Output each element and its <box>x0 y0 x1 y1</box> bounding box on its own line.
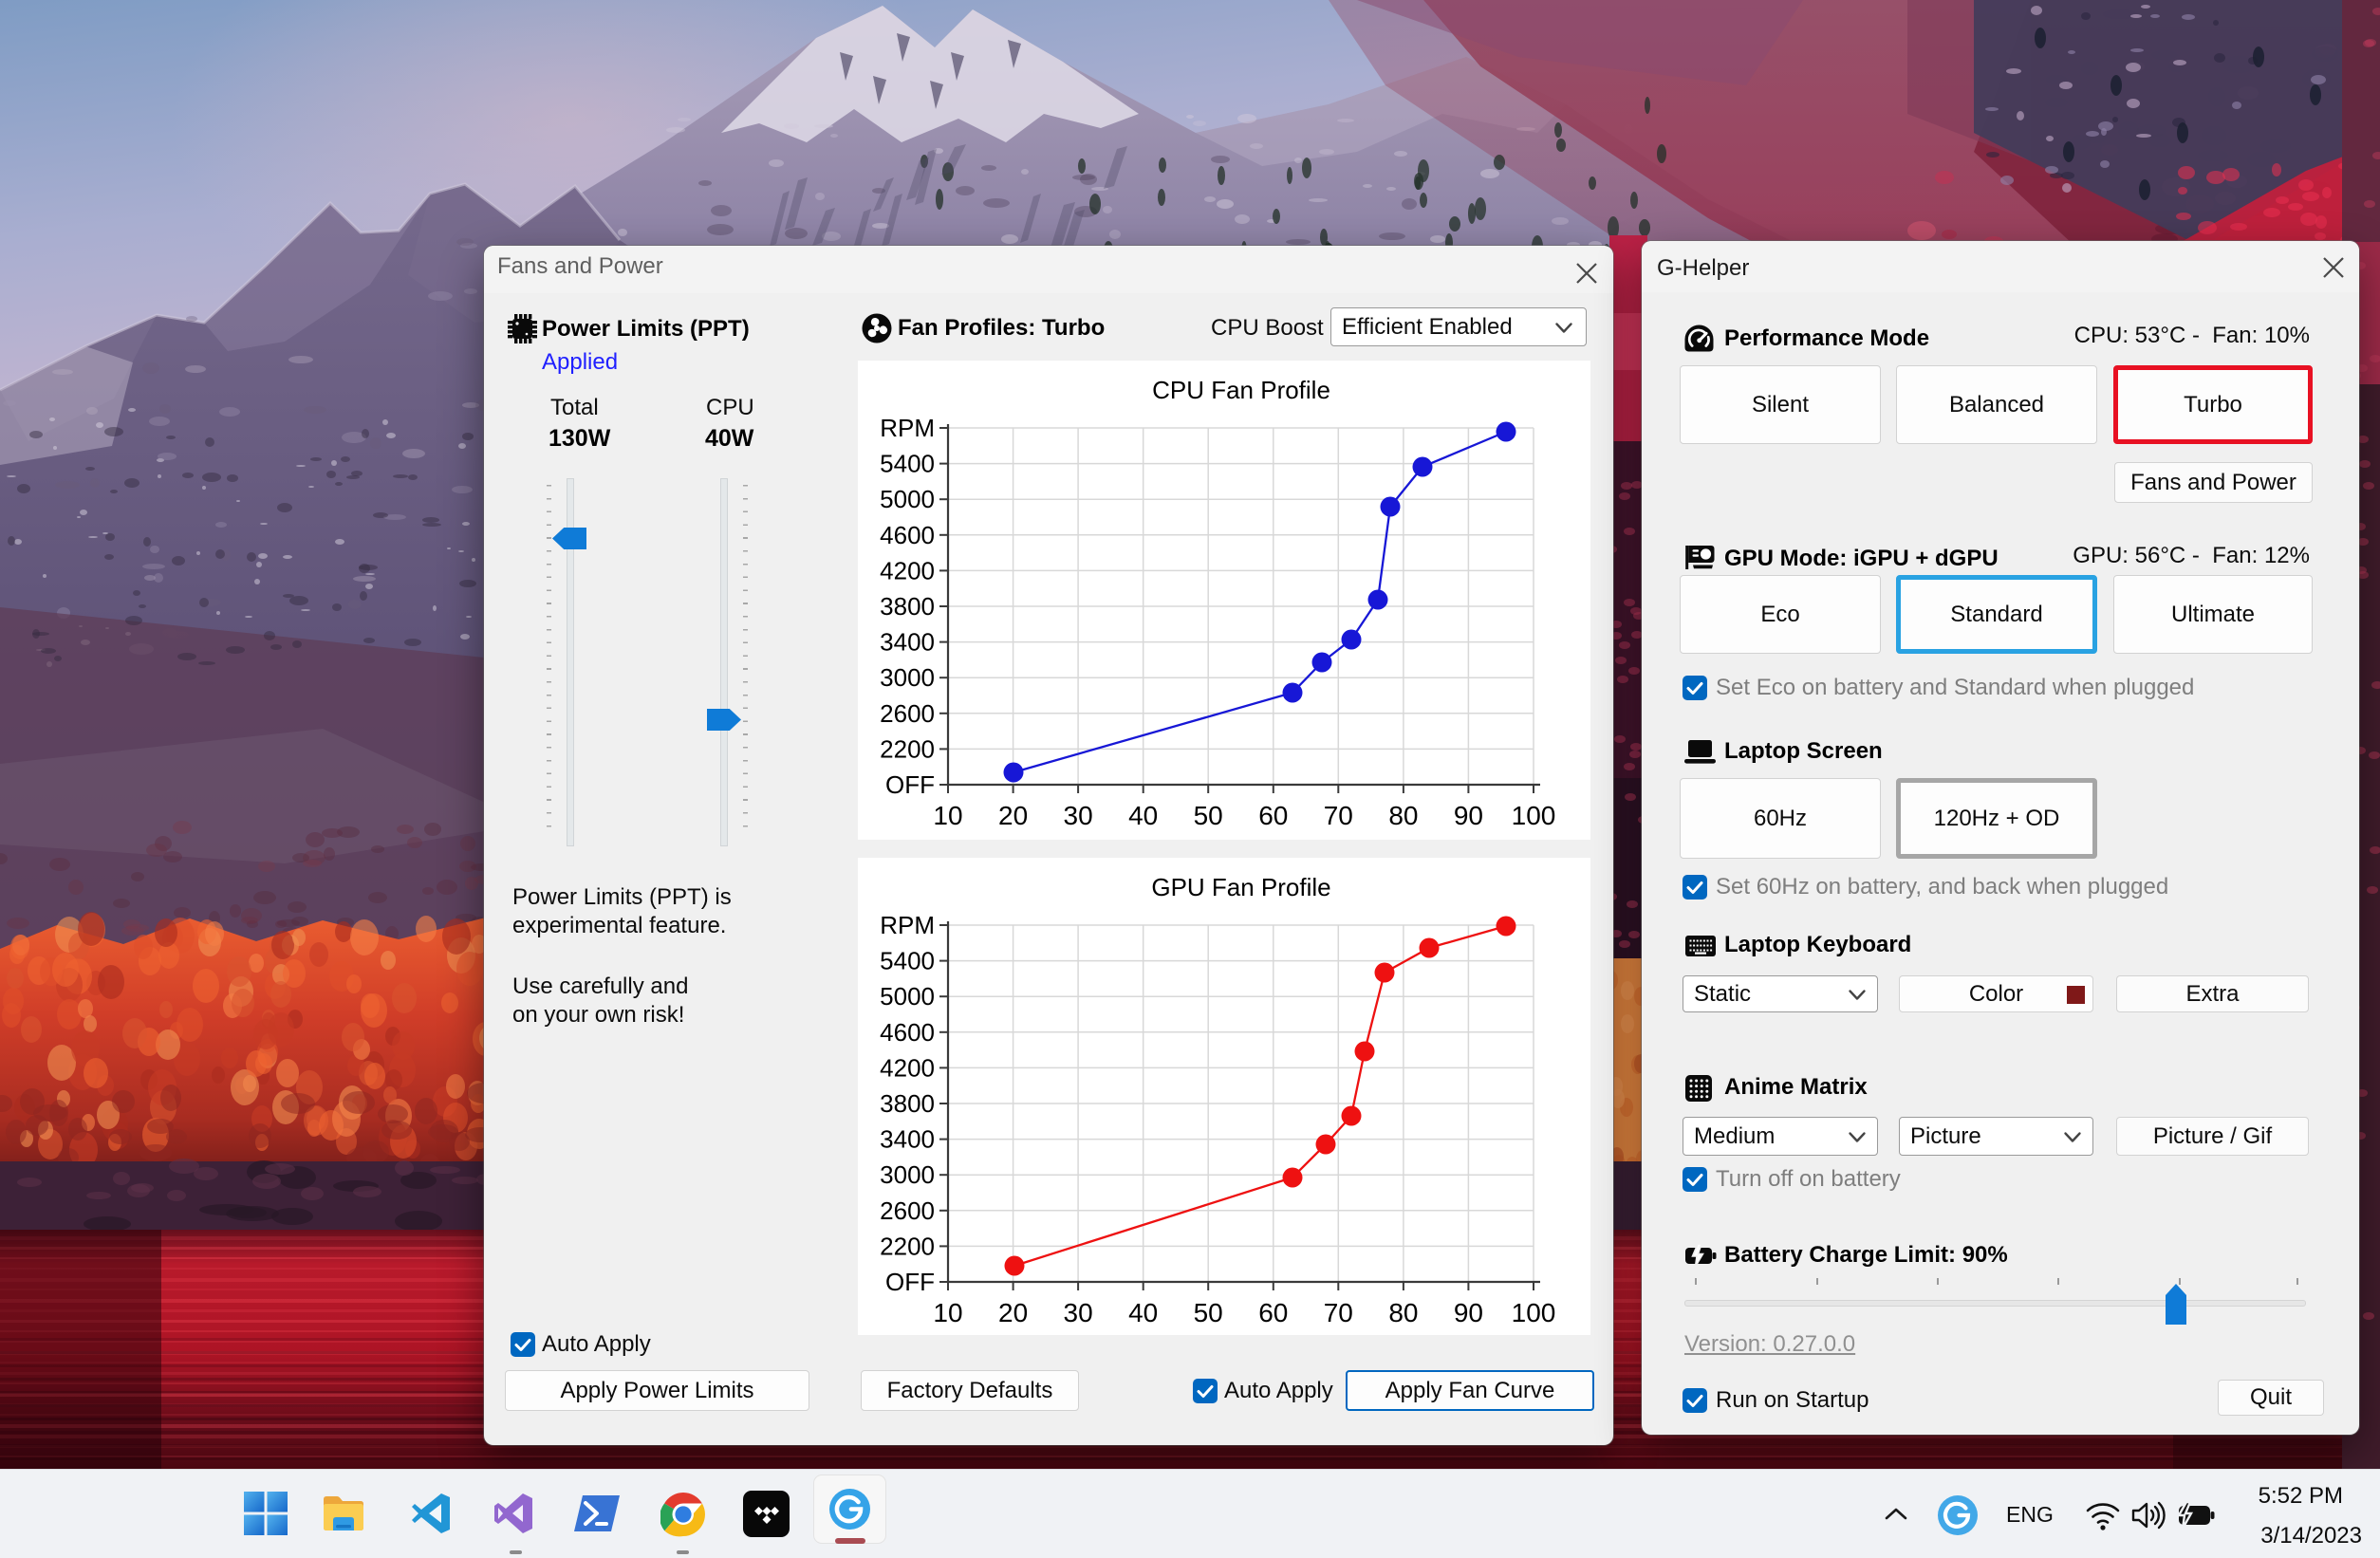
svg-text:70: 70 <box>1324 801 1353 830</box>
svg-text:4200: 4200 <box>880 1053 935 1082</box>
svg-text:20: 20 <box>998 1298 1028 1327</box>
svg-text:10: 10 <box>933 1298 962 1327</box>
svg-text:3800: 3800 <box>880 592 935 621</box>
svg-text:70: 70 <box>1324 1298 1353 1327</box>
svg-text:3000: 3000 <box>880 663 935 692</box>
svg-text:3800: 3800 <box>880 1089 935 1118</box>
svg-text:20: 20 <box>998 801 1028 830</box>
svg-text:2600: 2600 <box>880 1196 935 1225</box>
svg-text:40: 40 <box>1128 1298 1158 1327</box>
svg-text:3400: 3400 <box>880 1125 935 1154</box>
svg-text:CPU Fan Profile: CPU Fan Profile <box>1152 376 1330 404</box>
svg-text:4200: 4200 <box>880 556 935 584</box>
svg-text:10: 10 <box>933 801 962 830</box>
svg-text:100: 100 <box>1512 801 1556 830</box>
svg-text:60: 60 <box>1258 801 1288 830</box>
svg-text:50: 50 <box>1194 1298 1223 1327</box>
svg-text:30: 30 <box>1064 1298 1093 1327</box>
svg-text:5400: 5400 <box>880 450 935 478</box>
svg-text:2200: 2200 <box>880 1232 935 1260</box>
svg-text:OFF: OFF <box>885 1268 935 1296</box>
svg-text:100: 100 <box>1512 1298 1556 1327</box>
svg-text:4600: 4600 <box>880 521 935 549</box>
svg-text:90: 90 <box>1454 1298 1483 1327</box>
svg-text:OFF: OFF <box>885 770 935 799</box>
svg-text:4600: 4600 <box>880 1018 935 1047</box>
svg-text:80: 80 <box>1388 1298 1418 1327</box>
svg-text:5000: 5000 <box>880 485 935 513</box>
svg-text:RPM: RPM <box>880 414 935 442</box>
svg-text:3000: 3000 <box>880 1160 935 1189</box>
svg-text:50: 50 <box>1194 801 1223 830</box>
svg-text:5400: 5400 <box>880 947 935 975</box>
svg-text:40: 40 <box>1128 801 1158 830</box>
svg-text:RPM: RPM <box>880 911 935 939</box>
svg-text:90: 90 <box>1454 801 1483 830</box>
svg-text:5000: 5000 <box>880 982 935 1011</box>
svg-text:3400: 3400 <box>880 628 935 657</box>
svg-text:2200: 2200 <box>880 734 935 763</box>
svg-text:80: 80 <box>1388 801 1418 830</box>
svg-text:60: 60 <box>1258 1298 1288 1327</box>
svg-text:30: 30 <box>1064 801 1093 830</box>
svg-text:2600: 2600 <box>880 699 935 728</box>
svg-text:GPU Fan Profile: GPU Fan Profile <box>1151 873 1330 901</box>
